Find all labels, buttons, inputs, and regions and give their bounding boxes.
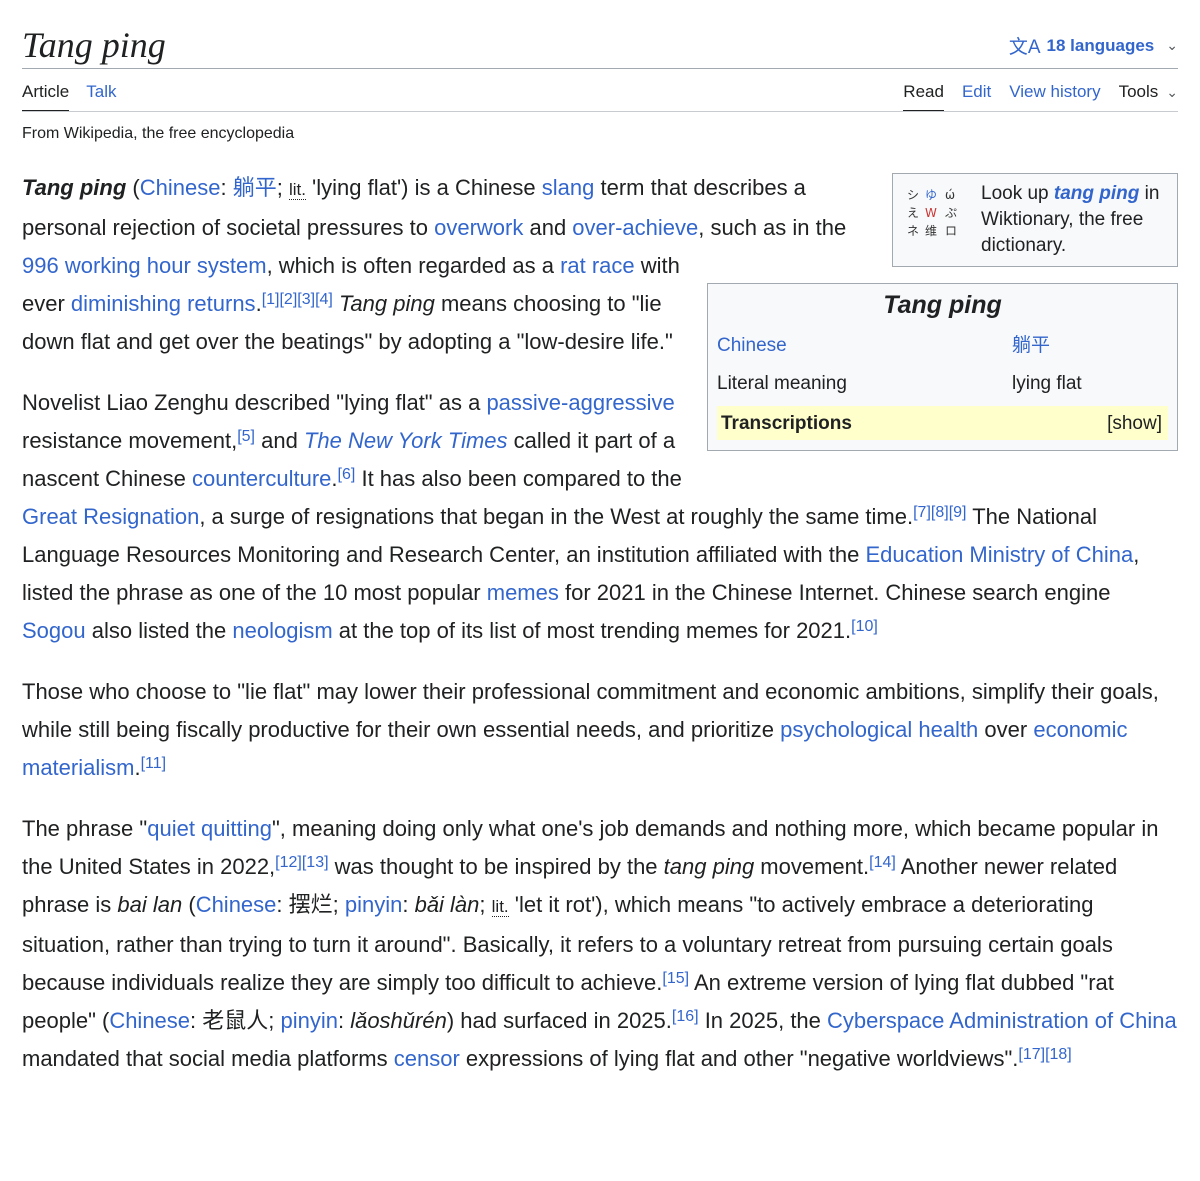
svg-text:ぷ: ぷ	[945, 206, 957, 220]
wiktionary-box: シ ゆ ώ え W ぷ ネ 维 ロ Look up tang ping in W…	[892, 173, 1178, 267]
svg-text:ロ: ロ	[945, 224, 957, 238]
chevron-down-icon: ⌄	[1166, 37, 1178, 53]
language-selector[interactable]: 文A 18 languages ⌄	[1009, 32, 1178, 59]
site-tagline: From Wikipedia, the free encyclopedia	[22, 125, 295, 142]
language-count: 18 languages	[1046, 35, 1155, 55]
wiktionary-link[interactable]: tang ping	[1054, 183, 1139, 204]
page-title: Tang ping	[22, 25, 166, 65]
svg-text:シ: シ	[907, 188, 919, 202]
wiktionary-text: Look up tang ping in Wiktionary, the fre…	[981, 183, 1160, 256]
transcriptions-label: Transcriptions	[721, 413, 852, 434]
infobox-row: Literal meaning lying flat	[717, 364, 1168, 402]
infobox-literal-label: Literal meaning	[717, 373, 847, 394]
tools-label: Tools	[1118, 82, 1159, 101]
tab-view-history[interactable]: View history	[1009, 82, 1100, 110]
show-toggle[interactable]: [show]	[1107, 411, 1162, 437]
tabs-divider	[22, 111, 1178, 112]
infobox-transcriptions: Transcriptions [show]	[717, 406, 1168, 440]
wiktionary-logo: シ ゆ ώ え W ぷ ネ 维 ロ	[903, 181, 971, 249]
tab-talk[interactable]: Talk	[86, 82, 116, 112]
translate-icon: 文A	[1008, 37, 1041, 58]
view-tabs: Read Edit View history Tools ⌄	[885, 82, 1178, 112]
svg-text:W: W	[925, 206, 937, 220]
svg-text:ώ: ώ	[945, 188, 955, 202]
svg-text:ネ: ネ	[907, 224, 919, 238]
infobox-title: Tang ping	[883, 291, 1002, 319]
infobox-chinese-link[interactable]: Chinese	[717, 333, 1012, 359]
svg-text:维: 维	[925, 224, 937, 238]
infobox-literal-value: lying flat	[1012, 373, 1082, 394]
svg-text:え: え	[907, 206, 919, 220]
title-divider	[22, 68, 1178, 69]
infobox-row: Chinese 躺平	[717, 326, 1168, 364]
infobox-chinese-value[interactable]: 躺平	[1012, 333, 1050, 359]
infobox: Tang ping Chinese 躺平 Literal meaning lyi…	[707, 283, 1178, 451]
tab-read[interactable]: Read	[903, 82, 944, 112]
chevron-down-icon: ⌄	[1166, 83, 1178, 100]
tools-menu[interactable]: Tools ⌄	[1119, 82, 1178, 102]
svg-text:ゆ: ゆ	[925, 188, 937, 202]
article-body: シ ゆ ώ え W ぷ ネ 维 ロ Look up tang ping in W…	[22, 169, 1178, 1101]
paragraph-3: Those who choose to "lie flat" may lower…	[22, 679, 1159, 780]
tab-article[interactable]: Article	[22, 82, 70, 112]
namespace-tabs: Article Talk	[22, 82, 116, 112]
tab-edit[interactable]: Edit	[962, 82, 991, 110]
paragraph-4: The phrase "quiet quitting", meaning doi…	[22, 816, 1177, 1071]
